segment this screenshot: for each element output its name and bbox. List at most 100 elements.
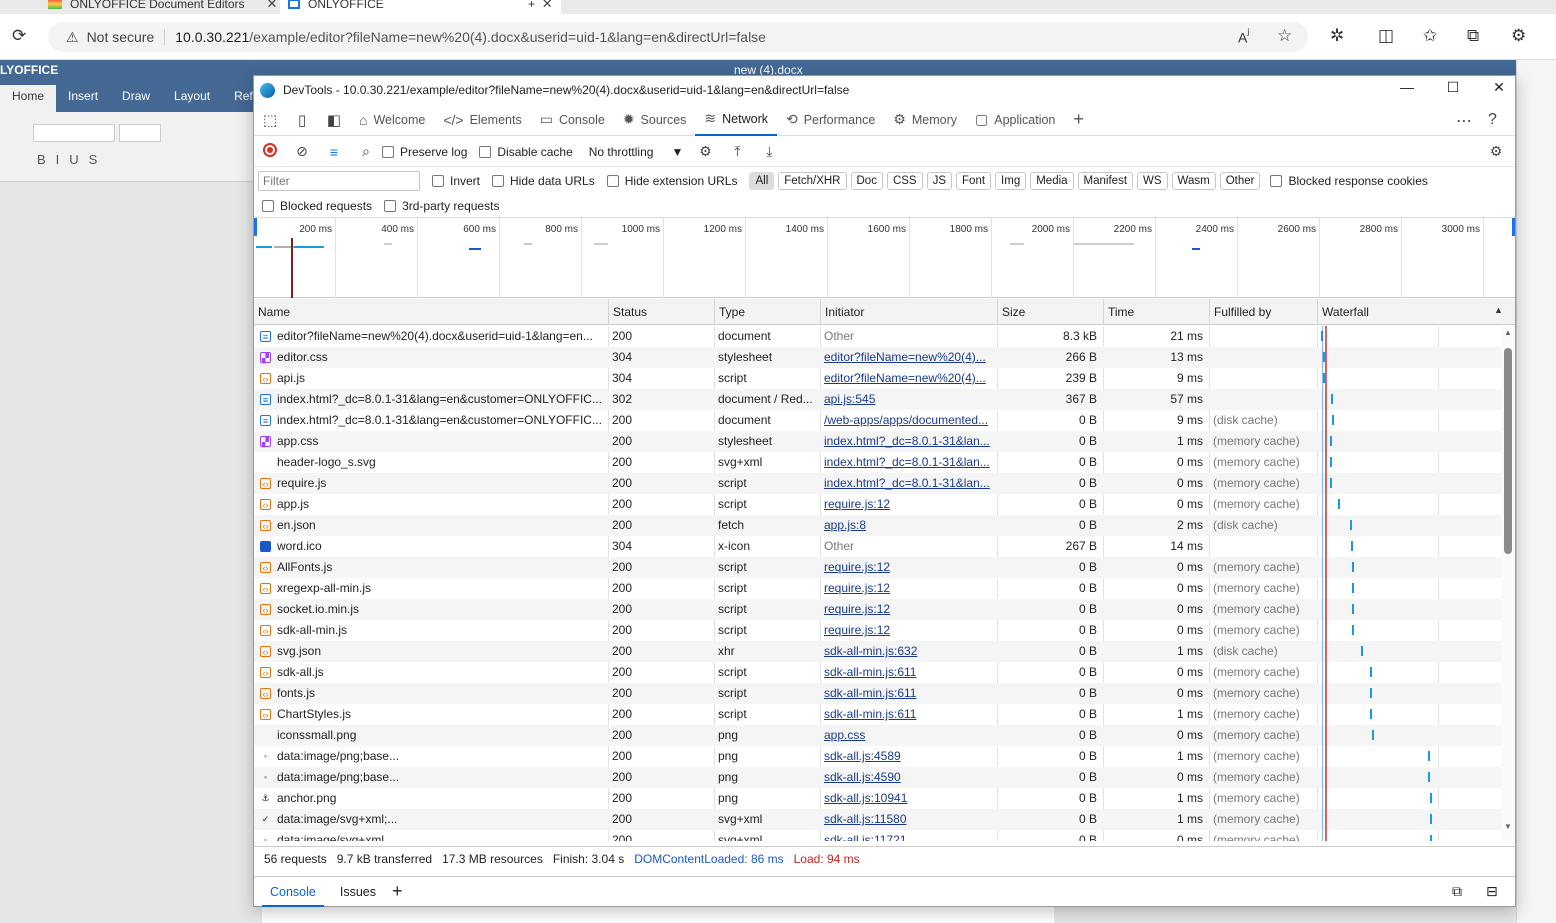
tab-network[interactable]: ≋ Network [695,104,777,136]
dock-drawer-icon[interactable]: ⧉ [1452,883,1462,900]
close-tab-icon[interactable]: ✕ [542,0,553,12]
address-bar[interactable]: ⚠ Not secure 10.0.30.221/example/editor?… [48,22,1308,52]
security-label[interactable]: Not secure [87,29,155,45]
invert-checkbox[interactable]: Invert [432,174,480,188]
filter-toggle-icon[interactable]: ≡ [318,144,350,160]
type-filter-fetch[interactable]: Fetch/XHR [778,172,847,190]
url-text[interactable]: 10.0.30.221/example/editor?fileName=new%… [175,29,766,45]
extensions-icon[interactable]: ✲ [1330,26,1344,46]
cell-initiator[interactable]: index.html?_dc=8.0.1-31&lan... [820,452,997,473]
blocked-requests-checkbox[interactable]: Blocked requests [262,199,372,213]
table-row[interactable]: ≡ index.html?_dc=8.0.1-31&lang=en&custome… [254,389,1501,410]
search-icon[interactable]: ⌕ [350,143,382,160]
cell-initiator[interactable]: editor?fileName=new%20(4)... [820,368,997,389]
cell-initiator[interactable]: index.html?_dc=8.0.1-31&lan... [820,431,997,452]
tab-memory[interactable]: ⚙ Memory [884,104,966,136]
ribbon-tab-insert[interactable]: Insert [56,85,110,112]
browser-tab[interactable]: ONLYOFFICE Document Editors ✕ [48,0,277,14]
cell-name[interactable]: fonts.js [273,683,608,704]
device-toolbar-icon[interactable]: ▯ [286,111,318,129]
scroll-up-icon[interactable]: ▲ [1504,328,1512,337]
cell-name[interactable]: data:image/png;base... [273,767,608,788]
cell-name[interactable]: require.js [273,473,608,494]
new-tab-button[interactable]: + [528,0,535,14]
scroll-down-icon[interactable]: ▼ [1504,822,1512,831]
type-filter-wasm[interactable]: Wasm [1171,172,1216,190]
table-row[interactable]: ‹› api.js 304 script editor?fileName=new%20(… [254,368,1501,389]
cell-name[interactable]: data:image/png;base... [273,746,608,767]
refresh-icon[interactable]: ⟳ [12,26,26,46]
ribbon-tab-home[interactable]: Home [0,85,57,112]
type-filter-manifest[interactable]: Manifest [1077,172,1134,190]
cell-name[interactable]: index.html?_dc=8.0.1-31&lang=en&customer… [273,389,608,410]
type-filter-ws[interactable]: WS [1137,172,1168,190]
column-header[interactable]: Fulfilled by [1209,299,1317,325]
cell-initiator[interactable]: require.js:12 [820,557,997,578]
cell-initiator[interactable]: sdk-all-min.js:611 [820,704,997,725]
cell-name[interactable]: socket.io.min.js [273,599,608,620]
cell-initiator[interactable]: require.js:12 [820,494,997,515]
table-row[interactable]: iconssmall.png 200 png app.css 0 B 0 ms (memor… [254,725,1501,746]
throttling-select[interactable]: No throttling ▼ [589,145,684,159]
settings-gear-icon[interactable]: ⚙ [1480,143,1512,160]
cell-initiator[interactable]: index.html?_dc=8.0.1-31&lan... [820,473,997,494]
cell-initiator[interactable]: sdk-all.js:10941 [820,788,997,809]
table-row[interactable]: ‹› fonts.js 200 script sdk-all-min.js:611 0 B… [254,683,1501,704]
plus-icon[interactable]: + [528,0,535,11]
hide-extension-urls-checkbox[interactable]: Hide extension URLs [606,174,737,188]
cell-initiator[interactable]: sdk-all.js:11580 [820,809,997,830]
import-har-icon[interactable]: ⤒ [721,143,753,160]
cell-name[interactable]: xregexp-all-min.js [273,578,608,599]
table-row[interactable]: ▞ editor.css 304 stylesheet editor?fileName=… [254,347,1501,368]
cell-name[interactable]: iconssmall.png [273,725,608,746]
drawer-tab-issues[interactable]: Issues [332,877,384,907]
tab-application[interactable]: ▢ Application [966,104,1064,136]
type-filter-other[interactable]: Other [1219,172,1261,190]
cell-initiator[interactable]: app.css [820,725,997,746]
cell-name[interactable]: editor?fileName=new%20(4).docx&userid=ui… [273,326,608,347]
column-header[interactable]: Type [714,299,820,325]
table-row[interactable]: ‹› sdk-all.js 200 script sdk-all-min.js:611 0… [254,662,1501,683]
table-row[interactable]: ‹› require.js 200 script index.html?_dc=8.0.… [254,473,1501,494]
tab-welcome[interactable]: ⌂ Welcome [350,104,434,136]
table-scrollbar[interactable]: ▲ ▼ [1501,326,1515,841]
table-row[interactable]: ‹› xregexp-all-min.js 200 script require.js:… [254,578,1501,599]
cell-name[interactable]: sdk-all.js [273,662,608,683]
cell-name[interactable]: index.html?_dc=8.0.1-31&lang=en&customer… [273,410,608,431]
table-row[interactable]: ‹› svg.json 200 xhr sdk-all-min.js:632 0 B 1 m… [254,641,1501,662]
font-name-select[interactable] [33,124,115,142]
table-row[interactable]: ‹› AllFonts.js 200 script require.js:12 0 B 0 … [254,557,1501,578]
preserve-log-checkbox[interactable]: Preserve log [382,145,467,159]
table-row[interactable]: ‹› en.json 200 fetch app.js:8 0 B 2 ms (disk ca… [254,515,1501,536]
table-row[interactable]: word.ico 304 x-icon Other 267 B 14 ms [254,536,1501,557]
filter-input[interactable] [258,171,420,191]
third-party-checkbox[interactable]: 3rd-party requests [384,199,499,213]
cell-initiator[interactable]: sdk-all.js:11721 [820,830,997,841]
tab-performance[interactable]: ⟲ Performance [777,104,884,136]
checkbox-box[interactable] [382,145,394,158]
cell-initiator[interactable]: sdk-all-min.js:611 [820,662,997,683]
cell-initiator[interactable]: sdk-all.js:4589 [820,746,997,767]
overview-range-handle-right[interactable] [1512,218,1515,236]
cell-initiator[interactable]: require.js:12 [820,599,997,620]
checkbox-box[interactable] [492,175,505,187]
table-row[interactable]: ‹› socket.io.min.js 200 script require.js:12… [254,599,1501,620]
table-row[interactable]: ◦ data:image/png;base... 200 png sdk-all.js:… [254,746,1501,767]
cell-name[interactable]: ChartStyles.js [273,704,608,725]
column-header[interactable]: Status [608,299,714,325]
cell-name[interactable]: editor.css [273,347,608,368]
table-row[interactable]: ≡ editor?fileName=new%20(4).docx&userid=u… [254,326,1501,347]
table-row[interactable]: ◦ data:image/png;base... 200 png sdk-all.js:… [254,767,1501,788]
ribbon-tab-layout[interactable]: Layout [162,85,222,112]
table-row[interactable]: ▞ app.css 200 stylesheet index.html?_dc=8.0.… [254,431,1501,452]
table-row[interactable]: ‹› sdk-all-min.js 200 script require.js:12 0 … [254,620,1501,641]
cell-name[interactable]: word.ico [273,536,608,557]
table-row[interactable]: ‹› ChartStyles.js 200 script sdk-all-min.js:… [254,704,1501,725]
cell-name[interactable]: api.js [273,368,608,389]
type-filter-doc[interactable]: Doc [850,172,883,190]
cell-name[interactable]: app.css [273,431,608,452]
network-conditions-icon[interactable]: ⚙ [689,143,721,160]
column-header[interactable]: Name [254,299,608,325]
cell-initiator[interactable]: require.js:12 [820,578,997,599]
table-row[interactable]: header-logo_s.svg 200 svg+xml index.html?_d… [254,452,1501,473]
